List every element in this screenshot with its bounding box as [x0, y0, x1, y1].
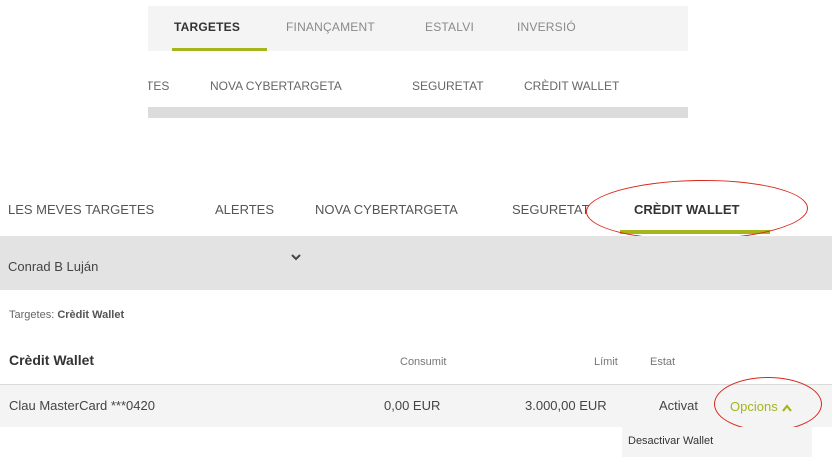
- snippet-tab-estalvi[interactable]: ESTALVI: [425, 20, 474, 34]
- snippet-subtab-seguretat[interactable]: SEGURETAT: [412, 79, 484, 93]
- breadcrumb-prefix: Targetes:: [9, 309, 55, 321]
- snippet-tab-inversio[interactable]: INVERSIÓ: [517, 20, 576, 34]
- snippet-subtab-targetes-cut[interactable]: TES: [148, 79, 169, 93]
- nav-item-alertes[interactable]: ALERTES: [215, 202, 274, 217]
- column-header-estat: Estat: [650, 356, 676, 368]
- menu-item-desactivar-wallet[interactable]: Desactivar Wallet: [628, 435, 713, 447]
- user-selector[interactable]: Conrad B Luján: [0, 236, 832, 290]
- snippet-tab-targetes[interactable]: TARGETES: [174, 20, 240, 34]
- chevron-down-icon[interactable]: [290, 251, 302, 263]
- table-row: Clau MasterCard ***0420 0,00 EUR 3.000,0…: [0, 385, 832, 427]
- snippet-tab-financament[interactable]: FINANÇAMENT: [286, 20, 375, 34]
- snippet-subnav: TES NOVA CYBERTARGETA SEGURETAT CRÈDIT W…: [148, 51, 688, 106]
- snippet-tab-bar: TARGETES FINANÇAMENT ESTALVI INVERSIÓ: [148, 6, 688, 51]
- card-consumit: 0,00 EUR: [384, 398, 441, 413]
- snippet-subtab-credit-wallet[interactable]: CRÈDIT WALLET: [524, 79, 619, 93]
- breadcrumb-current: Crèdit Wallet: [57, 309, 125, 321]
- card-limit: 3.000,00 EUR: [525, 398, 607, 413]
- annotation-circle-options: [714, 377, 822, 431]
- cropped-nav-snippet: TARGETES FINANÇAMENT ESTALVI INVERSIÓ TE…: [148, 6, 688, 118]
- card-name: Clau MasterCard ***0420: [9, 398, 155, 413]
- options-dropdown-menu: Desactivar Wallet: [622, 427, 812, 457]
- nav-item-nova-cybertargeta[interactable]: NOVA CYBERTARGETA: [315, 202, 458, 217]
- table-header: Crèdit Wallet Consumit Límit Estat: [0, 346, 832, 385]
- nav-item-seguretat[interactable]: SEGURETAT: [512, 202, 590, 217]
- breadcrumb: Targetes: Crèdit Wallet: [9, 309, 124, 321]
- column-header-limit: Límit: [594, 356, 618, 368]
- card-status: Activat: [659, 398, 699, 413]
- table-title: Crèdit Wallet: [9, 352, 95, 368]
- snippet-gray-bar: [148, 107, 688, 118]
- column-header-consumit: Consumit: [400, 356, 447, 368]
- snippet-subtab-nova-cybertargeta[interactable]: NOVA CYBERTARGETA: [210, 79, 342, 93]
- user-name: Conrad B Luján: [8, 259, 99, 274]
- nav-item-les-meves-targetes[interactable]: LES MEVES TARGETES: [8, 202, 154, 217]
